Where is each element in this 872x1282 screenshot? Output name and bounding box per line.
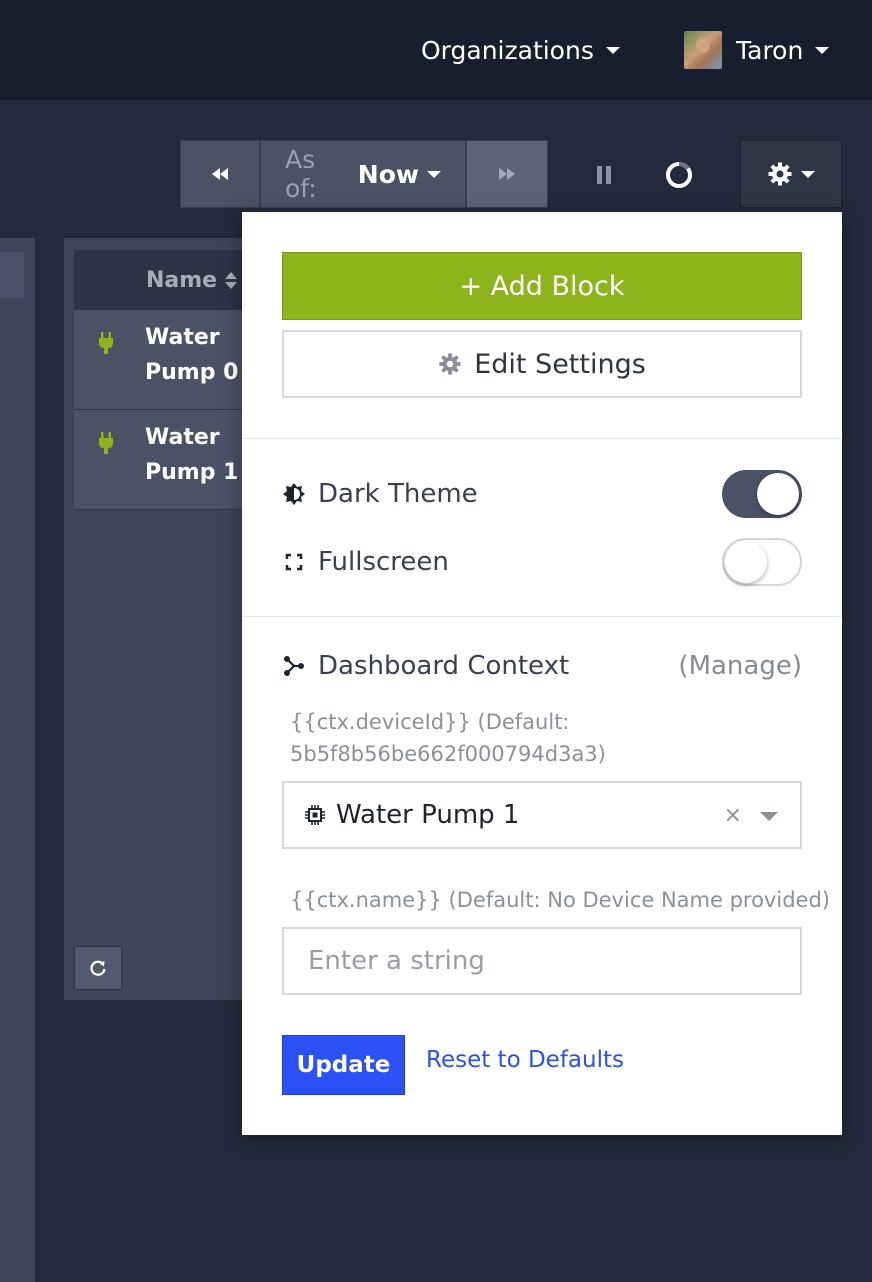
left-block-header: [0, 252, 24, 298]
table-header-name[interactable]: Name: [74, 250, 264, 310]
context-name-input[interactable]: [282, 927, 802, 995]
avatar: [684, 31, 722, 69]
left-block-panel: [0, 238, 35, 1282]
clear-selection-icon[interactable]: ×: [724, 803, 742, 828]
manage-context-link[interactable]: (Manage): [678, 651, 802, 681]
dark-theme-row: Dark Theme: [282, 469, 802, 519]
chip-icon: [305, 805, 325, 825]
fast-forward-button[interactable]: [466, 140, 548, 208]
fullscreen-row: Fullscreen: [282, 537, 802, 587]
organizations-label: Organizations: [421, 35, 594, 65]
chevron-down-icon[interactable]: [760, 812, 778, 821]
sort-icon: [225, 271, 238, 289]
add-block-label: + Add Block: [459, 270, 625, 302]
user-menu[interactable]: Taron: [684, 30, 830, 70]
device-select-value: Water Pump 1: [336, 800, 520, 830]
dark-theme-label: Dark Theme: [318, 479, 478, 509]
refresh-button[interactable]: [74, 946, 122, 990]
loading-indicator: [654, 150, 704, 200]
user-name: Taron: [736, 35, 804, 65]
dashboard-settings-menu: + Add Block Edit Settings Dark Theme Ful…: [242, 212, 842, 1135]
fullscreen-icon: [285, 553, 303, 571]
rewind-icon: [212, 168, 228, 180]
dashboard-context-label: Dashboard Context: [318, 651, 570, 681]
update-button[interactable]: Update: [282, 1035, 405, 1095]
dashboard-settings-button[interactable]: [740, 140, 842, 208]
time-controls: As of: Now: [180, 140, 548, 208]
divider: [242, 438, 842, 439]
device-id-hint-line1: {{ctx.deviceId}} (Default:: [290, 710, 570, 734]
pause-button[interactable]: [579, 150, 629, 200]
table-row[interactable]: Water Pump 1: [74, 410, 264, 510]
organizations-menu[interactable]: Organizations: [421, 30, 620, 70]
as-of-value: Now: [357, 159, 419, 189]
chevron-down-icon: [815, 46, 830, 54]
gear-icon: [768, 162, 792, 186]
share-nodes-icon: [284, 656, 304, 676]
chevron-down-icon: [605, 46, 620, 54]
fullscreen-toggle[interactable]: [722, 538, 802, 586]
device-id-hint-line2: 5b5f8b56be662f000794d3a3): [290, 742, 606, 766]
add-block-button[interactable]: + Add Block: [282, 252, 802, 320]
chevron-down-icon: [427, 170, 441, 178]
as-of-prefix: As of:: [285, 145, 317, 203]
theme-icon: [283, 483, 305, 505]
dashboard-context-header: Dashboard Context (Manage): [282, 644, 802, 688]
chevron-down-icon: [801, 170, 815, 178]
edit-settings-label: Edit Settings: [474, 348, 646, 380]
dark-theme-toggle[interactable]: [722, 470, 802, 518]
divider: [242, 616, 842, 617]
rewind-button[interactable]: [180, 140, 260, 208]
table-row[interactable]: Water Pump 0: [74, 310, 264, 410]
device-id-hint: {{ctx.deviceId}} (Default: 5b5f8b56be662…: [290, 706, 606, 770]
fullscreen-label: Fullscreen: [318, 547, 449, 577]
loading-ring-icon: [666, 162, 692, 188]
plug-icon: [99, 432, 113, 454]
gear-icon: [439, 353, 461, 375]
edit-settings-button[interactable]: Edit Settings: [282, 330, 802, 398]
device-select[interactable]: Water Pump 1 ×: [282, 781, 802, 849]
refresh-icon: [90, 960, 106, 976]
pause-icon: [597, 166, 611, 184]
name-hint: {{ctx.name}} (Default: No Device Name pr…: [290, 888, 830, 912]
fast-forward-icon: [499, 168, 515, 180]
as-of-dropdown[interactable]: As of: Now: [260, 140, 466, 208]
update-label: Update: [296, 1052, 391, 1078]
column-name-label: Name: [146, 267, 218, 293]
reset-to-defaults-link[interactable]: Reset to Defaults: [426, 1047, 624, 1073]
plug-icon: [99, 332, 113, 354]
